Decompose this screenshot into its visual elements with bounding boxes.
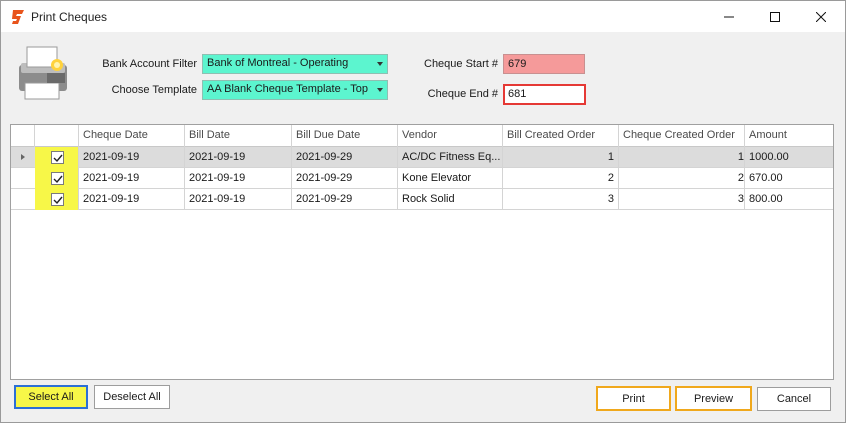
cheque-date-header[interactable]: Cheque Date (79, 125, 185, 147)
bill-date-cell[interactable]: 2021-09-19 (185, 147, 292, 168)
deselect-all-button[interactable]: Deselect All (94, 385, 170, 409)
vendor-header[interactable]: Vendor (398, 125, 503, 147)
cheque-created-order-cell[interactable]: 3 (619, 189, 745, 210)
close-button[interactable] (798, 1, 844, 32)
checkmark-icon (53, 175, 63, 184)
cheque-date-cell[interactable]: 2021-09-19 (79, 168, 185, 189)
choose-template-value: AA Blank Cheque Template - Top (207, 83, 369, 95)
maximize-button[interactable] (752, 1, 798, 32)
cheque-created-order-header[interactable]: Cheque Created Order (619, 125, 745, 147)
chevron-down-icon (377, 88, 383, 92)
select-all-button[interactable]: Select All (14, 385, 88, 409)
cheque-end-label: Cheque End # (427, 88, 498, 100)
select-cell[interactable] (35, 168, 79, 189)
maximize-icon (770, 11, 780, 22)
table-row[interactable]: 2021-09-19 2021-09-19 2021-09-29 Kone El… (11, 168, 833, 189)
bill-due-date-cell[interactable]: 2021-09-29 (292, 147, 398, 168)
bill-date-cell[interactable]: 2021-09-19 (185, 189, 292, 210)
grid-header: Cheque Date Bill Date Bill Due Date Vend… (11, 125, 833, 147)
print-button[interactable]: Print (596, 386, 671, 411)
bill-due-date-cell[interactable]: 2021-09-29 (292, 189, 398, 210)
bill-created-order-cell[interactable]: 3 (503, 189, 619, 210)
title-bar: Print Cheques (1, 1, 845, 32)
window-title: Print Cheques (31, 10, 108, 24)
choose-template-dropdown[interactable]: AA Blank Cheque Template - Top (202, 80, 388, 100)
cancel-button[interactable]: Cancel (757, 387, 831, 411)
checkmark-icon (53, 196, 63, 205)
cheque-date-cell[interactable]: 2021-09-19 (79, 189, 185, 210)
row-checkbox[interactable] (51, 193, 64, 206)
minimize-icon (724, 16, 734, 17)
row-checkbox[interactable] (51, 172, 64, 185)
bank-account-filter-dropdown[interactable]: Bank of Montreal - Operating (202, 54, 388, 74)
amount-cell[interactable]: 670.00 (745, 168, 833, 189)
bill-created-order-cell[interactable]: 1 (503, 147, 619, 168)
bank-account-filter-value: Bank of Montreal - Operating (207, 57, 349, 69)
vendor-cell[interactable]: Rock Solid (398, 189, 503, 210)
close-icon (816, 11, 826, 22)
amount-cell[interactable]: 1000.00 (745, 147, 833, 168)
cheque-created-order-cell[interactable]: 2 (619, 168, 745, 189)
cheque-start-label: Cheque Start # (424, 58, 498, 70)
vendor-cell[interactable]: AC/DC Fitness Eq... (398, 147, 503, 168)
print-cheques-window: Print Cheques Bank Account Filter Bank o… (0, 0, 846, 423)
cheque-date-cell[interactable]: 2021-09-19 (79, 147, 185, 168)
cheques-grid: Cheque Date Bill Date Bill Due Date Vend… (10, 124, 834, 380)
bill-due-date-header[interactable]: Bill Due Date (292, 125, 398, 147)
cheque-end-input[interactable]: 681 (503, 84, 586, 105)
minimize-button[interactable] (706, 1, 752, 32)
table-row[interactable]: 2021-09-19 2021-09-19 2021-09-29 Rock So… (11, 189, 833, 210)
bill-due-date-cell[interactable]: 2021-09-29 (292, 168, 398, 189)
select-cell[interactable] (35, 189, 79, 210)
cheque-start-input[interactable]: 679 (503, 54, 585, 74)
bill-created-order-cell[interactable]: 2 (503, 168, 619, 189)
bank-account-filter-label: Bank Account Filter (102, 58, 197, 70)
vendor-cell[interactable]: Kone Elevator (398, 168, 503, 189)
app-logo-icon (12, 10, 24, 24)
chevron-down-icon (377, 62, 383, 66)
row-indicator-icon (21, 154, 25, 160)
bill-date-cell[interactable]: 2021-09-19 (185, 168, 292, 189)
bill-date-header[interactable]: Bill Date (185, 125, 292, 147)
checkmark-icon (53, 154, 63, 163)
bill-created-order-header[interactable]: Bill Created Order (503, 125, 619, 147)
row-indicator-header (11, 125, 35, 147)
preview-button[interactable]: Preview (675, 386, 752, 411)
amount-header[interactable]: Amount (745, 125, 833, 147)
cheque-created-order-cell[interactable]: 1 (619, 147, 745, 168)
choose-template-label: Choose Template (111, 84, 197, 96)
amount-cell[interactable]: 800.00 (745, 189, 833, 210)
select-cell[interactable] (35, 147, 79, 168)
printer-icon (19, 46, 67, 100)
select-column-header[interactable] (35, 125, 79, 147)
row-checkbox[interactable] (51, 151, 64, 164)
table-row[interactable]: 2021-09-19 2021-09-19 2021-09-29 AC/DC F… (11, 147, 833, 168)
